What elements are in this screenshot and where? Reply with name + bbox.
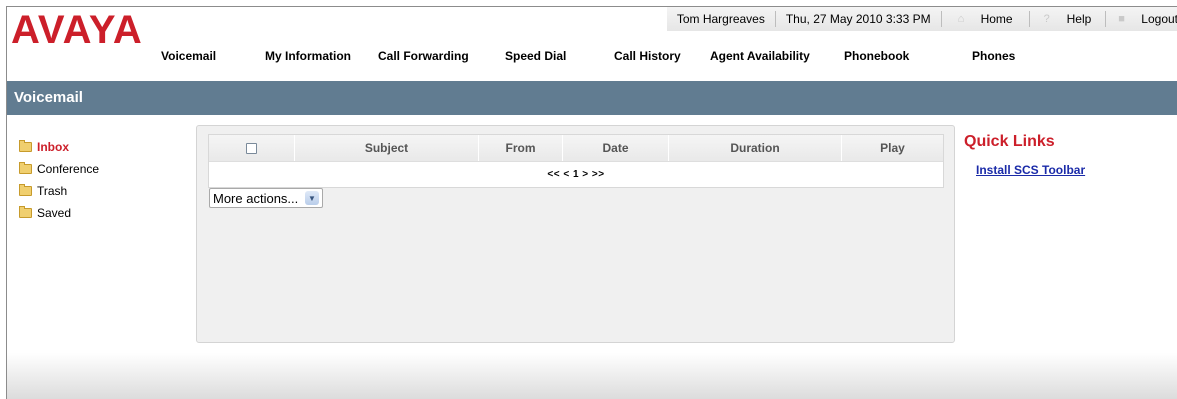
folder-icon <box>19 184 32 196</box>
select-all-cell <box>209 135 295 161</box>
table-header: Subject From Date Duration Play <box>209 135 943 162</box>
footer-bar <box>7 353 1177 399</box>
messages-table: Subject From Date Duration Play << < 1 >… <box>208 134 944 188</box>
nav-item-voicemail[interactable]: Voicemail <box>161 49 265 69</box>
folder-label: Conference <box>37 162 100 176</box>
folder-saved[interactable]: Saved <box>19 202 99 224</box>
app-window: AVAYA Tom Hargreaves Thu, 27 May 2010 3:… <box>6 6 1177 399</box>
folder-icon <box>19 140 32 152</box>
select-all-checkbox[interactable] <box>246 142 257 154</box>
more-actions-select[interactable]: More actions... ▼ <box>209 188 323 208</box>
main-nav: Voicemail My Information Call Forwarding… <box>157 49 1015 69</box>
column-header-date[interactable]: Date <box>563 135 669 161</box>
nav-item-call-forwarding[interactable]: Call Forwarding <box>378 49 505 69</box>
folder-trash[interactable]: Trash <box>19 180 99 202</box>
column-header-play[interactable]: Play <box>842 135 943 161</box>
nav-item-speed-dial[interactable]: Speed Dial <box>505 49 614 69</box>
nav-item-agent-availability[interactable]: Agent Availability <box>710 49 844 69</box>
pagination[interactable]: << < 1 > >> <box>209 162 943 187</box>
folder-label: Saved <box>37 206 72 220</box>
folder-icon <box>19 206 32 218</box>
column-header-duration[interactable]: Duration <box>669 135 842 161</box>
top-bar: Tom Hargreaves Thu, 27 May 2010 3:33 PM … <box>666 7 1177 31</box>
nav-item-my-information[interactable]: My Information <box>265 49 378 69</box>
avaya-logo: AVAYA <box>11 8 143 52</box>
nav-item-call-history[interactable]: Call History <box>614 49 710 69</box>
section-banner: Voicemail <box>7 81 1177 115</box>
help-label: Help <box>1066 12 1092 26</box>
folder-conference[interactable]: Conference <box>19 158 99 180</box>
user-name: Tom Hargreaves <box>676 12 765 26</box>
nav-item-phones[interactable]: Phones <box>972 49 1015 69</box>
page-title: Voicemail <box>14 89 83 106</box>
install-scs-toolbar-link[interactable]: Install SCS Toolbar <box>976 163 1085 177</box>
folder-list: Inbox Conference Trash Saved <box>19 136 99 224</box>
help-icon: ? <box>1043 12 1050 25</box>
home-link[interactable]: ⌂ Home <box>942 7 1029 31</box>
folder-label: Inbox <box>37 140 69 154</box>
column-header-from[interactable]: From <box>479 135 563 161</box>
logout-link[interactable]: ■ Logout <box>1106 7 1177 31</box>
folder-inbox[interactable]: Inbox <box>19 136 99 158</box>
home-label: Home <box>980 12 1013 26</box>
folder-icon <box>19 162 32 174</box>
current-datetime: Thu, 27 May 2010 3:33 PM <box>785 12 931 26</box>
quick-links-title: Quick Links <box>964 133 1055 150</box>
more-actions-value: More actions... <box>213 190 299 206</box>
nav-item-phonebook[interactable]: Phonebook <box>844 49 972 69</box>
logout-label: Logout <box>1141 12 1177 26</box>
lock-icon: ■ <box>1118 12 1125 25</box>
help-link[interactable]: ? Help <box>1030 7 1106 31</box>
home-icon: ⌂ <box>957 12 965 25</box>
column-header-subject[interactable]: Subject <box>295 135 479 161</box>
chevron-down-icon: ▼ <box>305 191 319 205</box>
messages-panel: Subject From Date Duration Play << < 1 >… <box>196 125 955 343</box>
folder-label: Trash <box>37 184 68 198</box>
